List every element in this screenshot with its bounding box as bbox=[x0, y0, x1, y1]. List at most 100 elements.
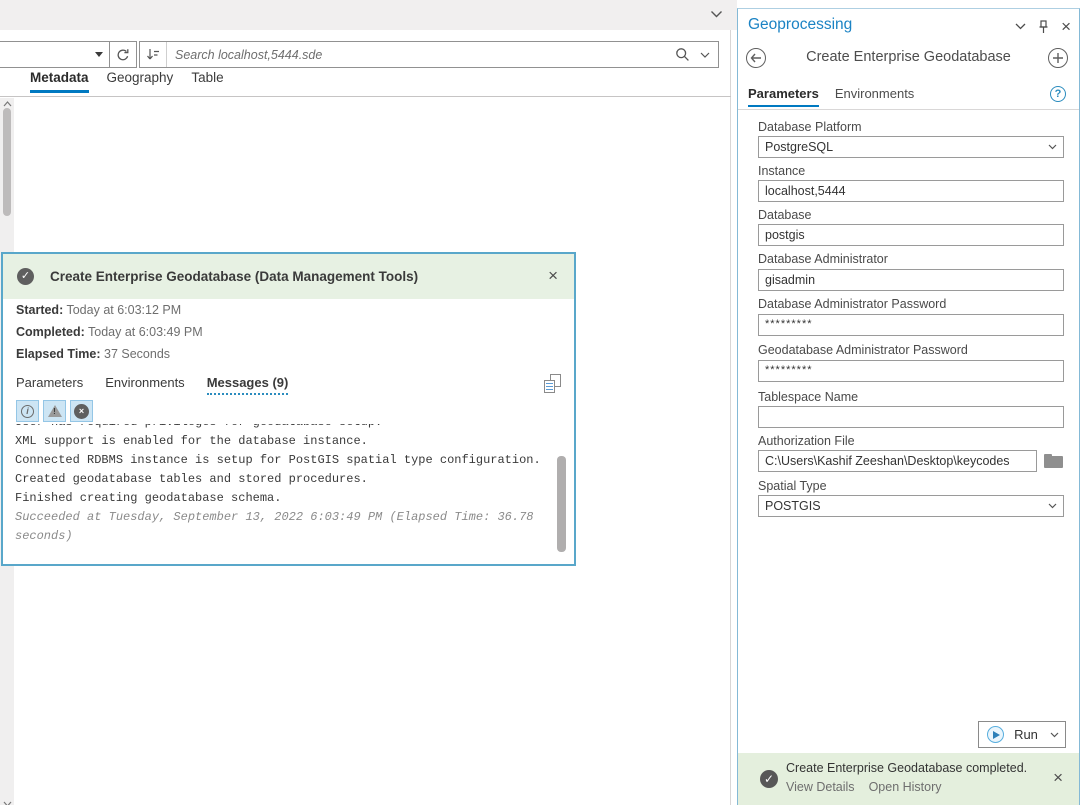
tab-messages[interactable]: Messages (9) bbox=[207, 375, 289, 395]
filter-warning-toggle[interactable]: ! bbox=[43, 400, 66, 422]
message-line: Created geodatabase tables and stored pr… bbox=[15, 470, 549, 489]
field-label-geodatabase-administrator-password: Geodatabase Administrator Password bbox=[758, 343, 968, 357]
message-line-clipped: User has required privileges for geodata… bbox=[15, 424, 549, 432]
tab-geography[interactable]: Geography bbox=[107, 70, 174, 93]
dialog-header: ✓ Create Enterprise Geodatabase (Data Ma… bbox=[3, 254, 574, 299]
field-label-database-platform: Database Platform bbox=[758, 120, 862, 134]
field-label-tablespace-name: Tablespace Name bbox=[758, 390, 858, 404]
ribbon-collapsed-strip bbox=[0, 0, 737, 30]
geoprocessing-panel: Geoprocessing × Create Enterprise Geodat… bbox=[737, 8, 1080, 805]
panel-tabs: Parameters Environments bbox=[748, 86, 914, 107]
pin-icon[interactable] bbox=[1038, 20, 1049, 34]
message-log: User has required privileges for geodata… bbox=[9, 424, 549, 562]
search-bar bbox=[139, 41, 719, 68]
panel-close-icon[interactable]: × bbox=[1061, 18, 1071, 35]
tab-metadata[interactable]: Metadata bbox=[30, 70, 89, 93]
ribbon-expand-chevron-icon[interactable] bbox=[710, 10, 723, 18]
scroll-down-icon[interactable] bbox=[0, 798, 14, 805]
message-filter-row: i ! × bbox=[16, 400, 93, 422]
started-value: Today at 6:03:12 PM bbox=[66, 303, 181, 317]
tab-parameters[interactable]: Parameters bbox=[16, 375, 83, 395]
help-icon[interactable]: ? bbox=[1050, 86, 1066, 102]
scrollbar-thumb[interactable] bbox=[3, 108, 11, 216]
info-icon: i bbox=[21, 405, 34, 418]
copy-messages-button[interactable] bbox=[544, 374, 561, 393]
select-database-platform[interactable]: PostgreSQL bbox=[758, 136, 1064, 158]
started-row: Started: Today at 6:03:12 PM bbox=[16, 303, 181, 317]
panel-header-icons: × bbox=[1015, 18, 1071, 35]
message-success-line: Succeeded at Tuesday, September 13, 2022… bbox=[15, 508, 535, 546]
sort-button[interactable] bbox=[140, 42, 167, 67]
tabs-divider bbox=[0, 96, 731, 97]
location-combobox-group bbox=[0, 41, 137, 68]
tool-title: Create Enterprise Geodatabase bbox=[738, 49, 1079, 65]
combobox-dropdown-icon bbox=[95, 52, 103, 57]
success-check-icon: ✓ bbox=[17, 268, 34, 285]
search-input[interactable] bbox=[167, 42, 675, 67]
tab-parameters[interactable]: Parameters bbox=[748, 86, 819, 107]
input-database-administrator-password[interactable]: ********* bbox=[758, 314, 1064, 336]
plus-icon bbox=[1053, 53, 1063, 63]
chevron-down-icon bbox=[1048, 503, 1057, 509]
dialog-tabs: Parameters Environments Messages (9) bbox=[16, 375, 288, 395]
elapsed-label: Elapsed Time: bbox=[16, 347, 101, 361]
refresh-button[interactable] bbox=[110, 42, 136, 67]
select-spatial-type[interactable]: POSTGIS bbox=[758, 495, 1064, 517]
completed-row: Completed: Today at 6:03:49 PM bbox=[16, 325, 203, 339]
field-label-authorization-file: Authorization File bbox=[758, 434, 855, 448]
completed-value: Today at 6:03:49 PM bbox=[88, 325, 203, 339]
view-details-link[interactable]: View Details bbox=[786, 780, 855, 794]
field-label-database-administrator-password: Database Administrator Password bbox=[758, 297, 946, 311]
tool-result-dialog: ✓ Create Enterprise Geodatabase (Data Ma… bbox=[1, 252, 576, 566]
message-line: XML support is enabled for the database … bbox=[15, 432, 549, 451]
dialog-close-icon[interactable]: × bbox=[548, 267, 558, 284]
filter-error-toggle[interactable]: × bbox=[70, 400, 93, 422]
input-database-administrator[interactable]: gisadmin bbox=[758, 269, 1064, 291]
panel-tabs-divider bbox=[738, 109, 1079, 110]
notification-links: View Details Open History bbox=[786, 780, 942, 794]
input-instance[interactable]: localhost,5444 bbox=[758, 180, 1064, 202]
message-line: Finished creating geodatabase schema. bbox=[15, 489, 549, 508]
started-label: Started: bbox=[16, 303, 63, 317]
tab-environments[interactable]: Environments bbox=[835, 86, 914, 107]
field-label-instance: Instance bbox=[758, 164, 805, 178]
view-tabs: Metadata Geography Table bbox=[30, 70, 224, 93]
open-history-link[interactable]: Open History bbox=[869, 780, 942, 794]
notification-title: Create Enterprise Geodatabase completed. bbox=[786, 761, 1027, 775]
message-scrollbar[interactable] bbox=[557, 430, 566, 562]
filter-info-toggle[interactable]: i bbox=[16, 400, 39, 422]
field-label-database: Database bbox=[758, 208, 812, 222]
app-window: Metadata Geography Table ✓ Create Enterp… bbox=[0, 0, 1080, 805]
input-database[interactable]: postgis bbox=[758, 224, 1064, 246]
panel-title: Geoprocessing bbox=[748, 16, 852, 34]
add-button[interactable] bbox=[1048, 48, 1068, 68]
refresh-icon bbox=[116, 48, 130, 62]
elapsed-value: 37 Seconds bbox=[104, 347, 170, 361]
message-scrollbar-thumb[interactable] bbox=[557, 456, 566, 552]
panel-menu-chevron-icon[interactable] bbox=[1015, 23, 1026, 30]
elapsed-row: Elapsed Time: 37 Seconds bbox=[16, 347, 170, 361]
dialog-title: Create Enterprise Geodatabase (Data Mana… bbox=[50, 269, 418, 284]
location-combobox[interactable] bbox=[0, 42, 110, 67]
tab-table[interactable]: Table bbox=[191, 70, 223, 93]
notification-close-icon[interactable]: × bbox=[1053, 769, 1063, 786]
run-options-chevron-icon[interactable] bbox=[1048, 732, 1065, 738]
input-authorization-file[interactable]: C:\Users\Kashif Zeeshan\Desktop\keycodes bbox=[758, 450, 1037, 472]
completion-notification: ✓ Create Enterprise Geodatabase complete… bbox=[738, 753, 1079, 805]
run-button[interactable]: Run bbox=[978, 721, 1066, 748]
completed-label: Completed: bbox=[16, 325, 85, 339]
search-options-chevron-icon[interactable] bbox=[700, 52, 710, 58]
success-check-icon: ✓ bbox=[760, 770, 778, 788]
field-label-spatial-type: Spatial Type bbox=[758, 479, 827, 493]
input-geodatabase-administrator-password[interactable]: ********* bbox=[758, 360, 1064, 382]
play-icon bbox=[987, 726, 1004, 743]
error-icon: × bbox=[74, 404, 89, 419]
input-tablespace-name[interactable] bbox=[758, 406, 1064, 428]
message-line: Connected RDBMS instance is setup for Po… bbox=[15, 451, 549, 470]
sort-icon bbox=[146, 48, 160, 61]
search-icon[interactable] bbox=[675, 47, 690, 62]
browse-folder-icon[interactable] bbox=[1044, 454, 1063, 468]
field-label-database-administrator: Database Administrator bbox=[758, 252, 888, 266]
tab-environments[interactable]: Environments bbox=[105, 375, 184, 395]
chevron-down-icon bbox=[1048, 144, 1057, 150]
